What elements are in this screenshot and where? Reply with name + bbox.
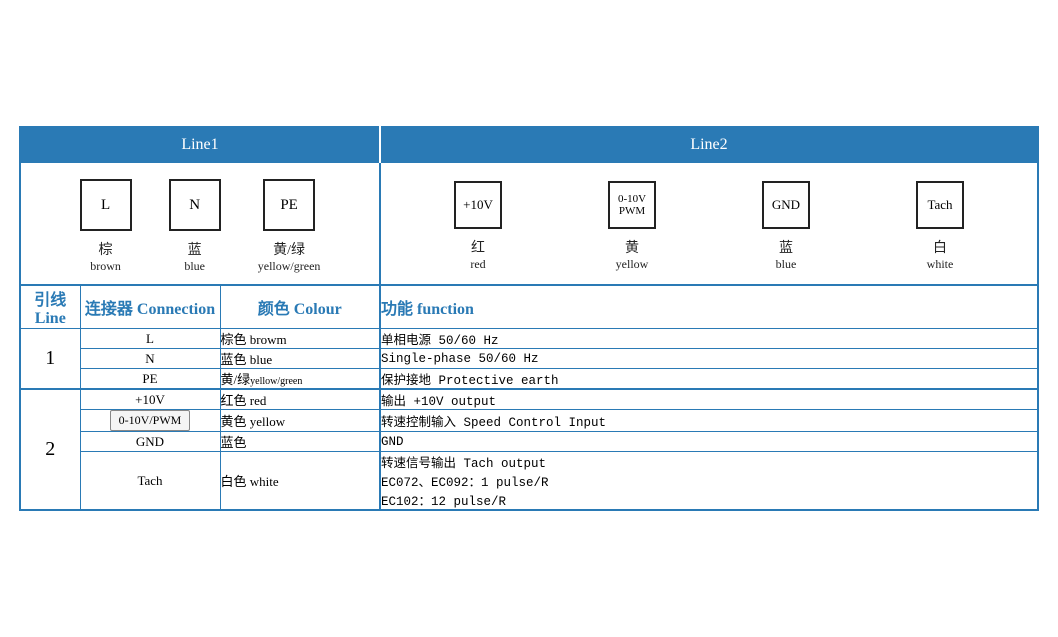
label-cn-Tach: 白 xyxy=(933,237,947,257)
func-GND-cell: GND xyxy=(380,432,1038,452)
box-10V: +10V xyxy=(454,181,502,229)
colour-10V-cell: 红色 red xyxy=(220,389,380,410)
colour-N-cell: 蓝色 blue xyxy=(220,349,380,369)
conn-N-cell: N xyxy=(80,349,220,369)
label-cn-10V: 红 xyxy=(471,237,485,257)
label-cn-PWM: 黄 xyxy=(625,237,639,257)
line2-row2: 0-10V/PWM 黄色 yellow 转速控制输入 Speed Control… xyxy=(20,410,1038,432)
label-en-PWM: yellow xyxy=(616,257,649,272)
label-en-10V: red xyxy=(470,257,485,272)
label-cn-PE: 黄/绿 xyxy=(273,239,305,259)
line1-row2: N 蓝色 blue Single-phase 50/60 Hz xyxy=(20,349,1038,369)
line1-num: 1 xyxy=(20,329,80,390)
col-colour: 颜色 Colour xyxy=(220,285,380,329)
func-Tach-cell: 转速信号输出 Tach output EC072、EC092：1 pulse/R… xyxy=(380,452,1038,511)
col-function: 功能 function xyxy=(380,285,1038,329)
conn-L-cell: L xyxy=(80,329,220,349)
line1-row1: 1 L 棕色 browm 单相电源 50/60 Hz xyxy=(20,329,1038,349)
label-en-GND: blue xyxy=(776,257,797,272)
colour-Tach-cell: 白色 white xyxy=(220,452,380,511)
conn-PWM-cell: 0-10V/PWM xyxy=(80,410,220,432)
conn-en: Connection xyxy=(137,301,215,318)
func-en: function xyxy=(417,301,474,318)
colour-PWM-cell: 黄色 yellow xyxy=(220,410,380,432)
connector-N: N 蓝 blue xyxy=(169,179,221,274)
connector-L: L 棕 brown xyxy=(80,179,132,274)
func-N-cell: Single-phase 50/60 Hz xyxy=(380,349,1038,369)
conn-10V-cell: +10V xyxy=(80,389,220,410)
pwm-bottom: PWM xyxy=(619,205,645,217)
box-Tach: Tach xyxy=(916,181,964,229)
colour-en: Colour xyxy=(294,301,342,318)
func-PWM-cell: 转速控制输入 Speed Control Input xyxy=(380,410,1038,432)
pwm-box-inline: 0-10V/PWM xyxy=(110,410,191,431)
conn-PE-cell: PE xyxy=(80,369,220,390)
label-cn-L: 棕 xyxy=(99,239,113,259)
line2-row1: 2 +10V 红色 red 输出 +10V output xyxy=(20,389,1038,410)
line2-diagram-cell: +10V 红 red 0-10V PWM 黄 yellow GND 蓝 blue xyxy=(380,163,1038,286)
func-L-cell: 单相电源 50/60 Hz xyxy=(380,329,1038,349)
col-connection: 连接器 Connection xyxy=(80,285,220,329)
main-table: Line1 Line2 L 棕 brown N 蓝 blue PE 黄/绿 y xyxy=(19,126,1039,511)
colour-L-cell: 棕色 browm xyxy=(220,329,380,349)
colour-cn: 颜色 xyxy=(258,301,290,318)
connector-Tach: Tach 白 white xyxy=(916,181,964,272)
box-PE: PE xyxy=(263,179,315,231)
col-line: 引线 Line xyxy=(20,285,80,329)
label-cn-N: 蓝 xyxy=(188,239,202,259)
header-row: Line1 Line2 xyxy=(20,127,1038,163)
line-en: Line xyxy=(35,310,66,327)
func-10V-cell: 输出 +10V output xyxy=(380,389,1038,410)
conn-GND-cell: GND xyxy=(80,432,220,452)
col-header-row: 引线 Line 连接器 Connection 颜色 Colour 功能 func… xyxy=(20,285,1038,329)
connector-10V: +10V 红 red xyxy=(454,181,502,272)
line2-num: 2 xyxy=(20,389,80,510)
func-PE-cell: 保护接地 Protective earth xyxy=(380,369,1038,390)
box-L: L xyxy=(80,179,132,231)
line1-row3: PE 黄/绿yellow/green 保护接地 Protective earth xyxy=(20,369,1038,390)
label-en-L: brown xyxy=(90,259,121,274)
connector-GND: GND 蓝 blue xyxy=(762,181,810,272)
line-cn: 引线 xyxy=(34,292,66,309)
line1-diagram: L 棕 brown N 蓝 blue PE 黄/绿 yellow/green xyxy=(21,179,379,274)
box-N: N xyxy=(169,179,221,231)
line2-diagram: +10V 红 red 0-10V PWM 黄 yellow GND 蓝 blue xyxy=(381,181,1037,272)
line1-diagram-cell: L 棕 brown N 蓝 blue PE 黄/绿 yellow/green xyxy=(20,163,380,286)
box-PWM: 0-10V PWM xyxy=(608,181,656,229)
connector-PWM: 0-10V PWM 黄 yellow xyxy=(608,181,656,272)
label-cn-GND: 蓝 xyxy=(779,237,793,257)
line2-header: Line2 xyxy=(380,127,1038,163)
colour-GND-cell: 蓝色 xyxy=(220,432,380,452)
conn-Tach-cell: Tach xyxy=(80,452,220,511)
colour-PE-cell: 黄/绿yellow/green xyxy=(220,369,380,390)
connector-PE: PE 黄/绿 yellow/green xyxy=(258,179,321,274)
line2-row4: Tach 白色 white 转速信号输出 Tach output EC072、E… xyxy=(20,452,1038,511)
func-cn: 功能 xyxy=(381,301,413,318)
pwm-top: 0-10V xyxy=(618,193,646,205)
diagram-row: L 棕 brown N 蓝 blue PE 黄/绿 yellow/green xyxy=(20,163,1038,286)
label-en-PE: yellow/green xyxy=(258,259,321,274)
box-GND: GND xyxy=(762,181,810,229)
label-en-Tach: white xyxy=(927,257,954,272)
line2-row3: GND 蓝色 GND xyxy=(20,432,1038,452)
conn-cn: 连接器 xyxy=(85,301,133,318)
line1-header: Line1 xyxy=(20,127,380,163)
label-en-N: blue xyxy=(184,259,205,274)
